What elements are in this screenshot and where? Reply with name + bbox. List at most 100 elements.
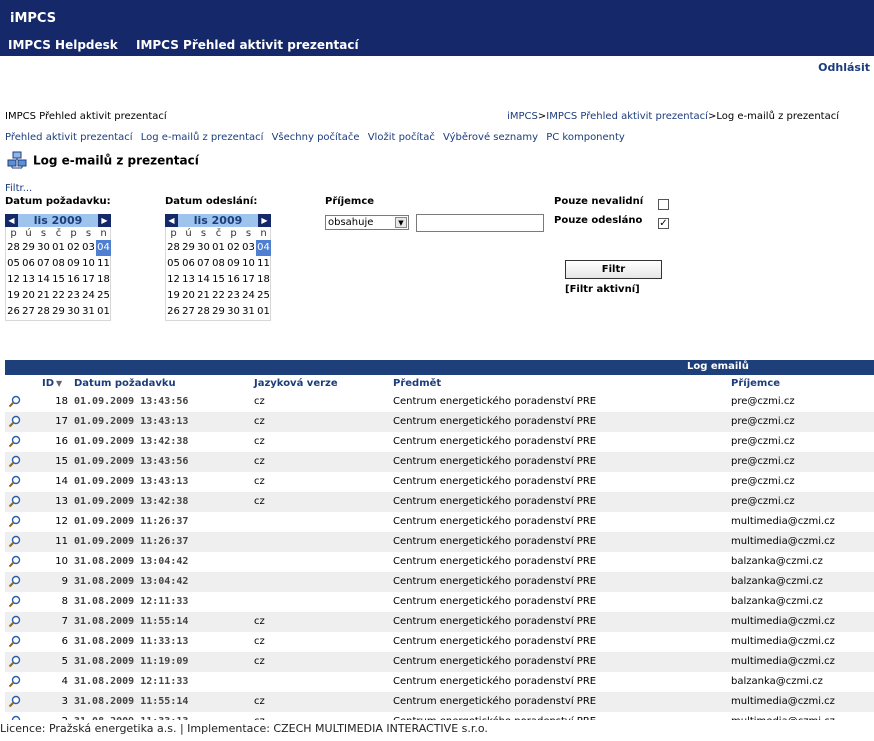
calendar-day[interactable]: 03 xyxy=(81,240,96,256)
calendar-day[interactable]: 29 xyxy=(181,240,196,256)
calendar-day[interactable]: 29 xyxy=(211,304,226,320)
calendar-day[interactable]: 26 xyxy=(166,304,181,320)
calendar-prev-month-icon[interactable]: ◀ xyxy=(165,214,178,227)
filter-button[interactable]: Filtr xyxy=(565,260,662,279)
subnav-email-log[interactable]: Log e-mailů z prezentací xyxy=(141,132,264,143)
column-header-recipient[interactable]: Příjemce xyxy=(731,378,780,389)
calendar-day[interactable]: 28 xyxy=(6,240,21,256)
calendar-day[interactable]: 20 xyxy=(181,288,196,304)
sort-desc-icon[interactable]: ▼ xyxy=(56,379,62,388)
calendar-day[interactable]: 29 xyxy=(21,240,36,256)
calendar-day[interactable]: 22 xyxy=(51,288,66,304)
calendar-day[interactable]: 22 xyxy=(211,288,226,304)
calendar-day[interactable]: 30 xyxy=(66,304,81,320)
calendar-day[interactable]: 02 xyxy=(66,240,81,256)
magnifier-icon[interactable] xyxy=(8,495,21,508)
calendar-day[interactable]: 28 xyxy=(196,304,211,320)
calendar-day-selected[interactable]: 04 xyxy=(256,240,271,256)
subnav-insert-computer[interactable]: Vložit počítač xyxy=(368,132,435,143)
calendar-day[interactable]: 30 xyxy=(226,304,241,320)
calendar-month-label[interactable]: lis 2009 xyxy=(194,214,243,227)
breadcrumb-parent[interactable]: IMPCS Přehled aktivit prezentací xyxy=(546,111,708,122)
magnifier-icon[interactable] xyxy=(8,475,21,488)
calendar-day[interactable]: 12 xyxy=(166,272,181,288)
subnav-activity-overview[interactable]: Přehled aktivit prezentací xyxy=(5,132,133,143)
calendar-day[interactable]: 23 xyxy=(226,288,241,304)
calendar-day[interactable]: 06 xyxy=(21,256,36,272)
calendar-day[interactable]: 30 xyxy=(196,240,211,256)
magnifier-icon[interactable] xyxy=(8,675,21,688)
calendar-day[interactable]: 21 xyxy=(196,288,211,304)
calendar-day[interactable]: 24 xyxy=(81,288,96,304)
magnifier-icon[interactable] xyxy=(8,655,21,668)
calendar-day[interactable]: 05 xyxy=(166,256,181,272)
magnifier-icon[interactable] xyxy=(8,575,21,588)
calendar-day[interactable]: 11 xyxy=(96,256,111,272)
calendar-day[interactable]: 19 xyxy=(166,288,181,304)
calendar-day[interactable]: 17 xyxy=(241,272,256,288)
calendar-day[interactable]: 13 xyxy=(181,272,196,288)
calendar-day[interactable]: 20 xyxy=(21,288,36,304)
column-header-date[interactable]: Datum požadavku xyxy=(74,378,176,389)
calendar-day[interactable]: 18 xyxy=(96,272,111,288)
calendar-day[interactable]: 21 xyxy=(36,288,51,304)
calendar-day[interactable]: 27 xyxy=(21,304,36,320)
magnifier-icon[interactable] xyxy=(8,435,21,448)
calendar-day[interactable]: 15 xyxy=(51,272,66,288)
recipient-operator-select[interactable]: obsahuje ▼ xyxy=(325,215,409,230)
subnav-pc-components[interactable]: PC komponenty xyxy=(546,132,625,143)
column-header-id[interactable]: ID ▼ xyxy=(42,378,62,389)
calendar-day[interactable]: 25 xyxy=(96,288,111,304)
calendar-day[interactable]: 12 xyxy=(6,272,21,288)
calendar-day[interactable]: 27 xyxy=(181,304,196,320)
calendar-day[interactable]: 10 xyxy=(241,256,256,272)
calendar-day[interactable]: 01 xyxy=(96,304,111,320)
calendar-next-month-icon[interactable]: ▶ xyxy=(258,214,271,227)
calendar-day[interactable]: 17 xyxy=(81,272,96,288)
logout-link[interactable]: Odhlásit xyxy=(818,61,870,74)
calendar-day[interactable]: 16 xyxy=(226,272,241,288)
calendar-day[interactable]: 03 xyxy=(241,240,256,256)
calendar-day[interactable]: 26 xyxy=(6,304,21,320)
calendar-day[interactable]: 06 xyxy=(181,256,196,272)
calendar-day[interactable]: 10 xyxy=(81,256,96,272)
calendar-day[interactable]: 28 xyxy=(36,304,51,320)
magnifier-icon[interactable] xyxy=(8,615,21,628)
calendar-day[interactable]: 13 xyxy=(21,272,36,288)
calendar-prev-month-icon[interactable]: ◀ xyxy=(5,214,18,227)
calendar-day[interactable]: 01 xyxy=(256,304,271,320)
subnav-all-computers[interactable]: Všechny počítače xyxy=(272,132,360,143)
breadcrumb-root[interactable]: iMPCS xyxy=(507,111,538,122)
calendar-day[interactable]: 01 xyxy=(211,240,226,256)
magnifier-icon[interactable] xyxy=(8,515,21,528)
only-invalid-checkbox[interactable] xyxy=(658,199,669,210)
calendar-day[interactable]: 31 xyxy=(81,304,96,320)
calendar-month-label[interactable]: lis 2009 xyxy=(34,214,83,227)
magnifier-icon[interactable] xyxy=(8,395,21,408)
calendar-day[interactable]: 01 xyxy=(51,240,66,256)
calendar-day[interactable]: 14 xyxy=(36,272,51,288)
subnav-selection-lists[interactable]: Výběrové seznamy xyxy=(443,132,538,143)
calendar-day[interactable]: 02 xyxy=(226,240,241,256)
magnifier-icon[interactable] xyxy=(8,635,21,648)
calendar-day[interactable]: 18 xyxy=(256,272,271,288)
calendar-day[interactable]: 15 xyxy=(211,272,226,288)
calendar-day[interactable]: 07 xyxy=(196,256,211,272)
magnifier-icon[interactable] xyxy=(8,595,21,608)
column-header-language[interactable]: Jazyková verze xyxy=(254,378,338,389)
calendar-day[interactable]: 08 xyxy=(51,256,66,272)
magnifier-icon[interactable] xyxy=(8,415,21,428)
calendar-day[interactable]: 08 xyxy=(211,256,226,272)
calendar-day[interactable]: 09 xyxy=(66,256,81,272)
calendar-day[interactable]: 30 xyxy=(36,240,51,256)
calendar-day[interactable]: 16 xyxy=(66,272,81,288)
calendar-day[interactable]: 09 xyxy=(226,256,241,272)
calendar-day[interactable]: 19 xyxy=(6,288,21,304)
magnifier-icon[interactable] xyxy=(8,695,21,708)
chevron-down-icon[interactable]: ▼ xyxy=(395,217,407,228)
magnifier-icon[interactable] xyxy=(8,555,21,568)
column-header-subject[interactable]: Předmět xyxy=(393,378,441,389)
calendar-day[interactable]: 31 xyxy=(241,304,256,320)
calendar-day[interactable]: 07 xyxy=(36,256,51,272)
calendar-day[interactable]: 05 xyxy=(6,256,21,272)
